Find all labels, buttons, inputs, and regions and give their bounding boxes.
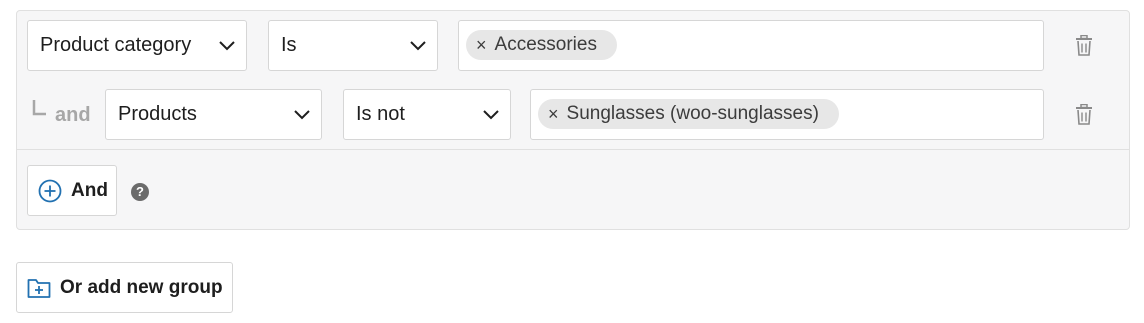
remove-token-icon[interactable]: × xyxy=(548,104,559,125)
chevron-down-icon xyxy=(483,109,499,119)
chevron-down-icon xyxy=(410,40,426,50)
field-select-label: Products xyxy=(118,103,197,125)
operator-select-row-2[interactable]: Is not xyxy=(343,89,511,140)
operator-select-row-1[interactable]: Is xyxy=(268,20,438,71)
chevron-down-icon xyxy=(294,109,310,119)
question-circle-icon[interactable]: ? xyxy=(131,183,149,201)
value-token: × Sunglasses (woo-sunglasses) xyxy=(538,99,839,129)
connector-corner-icon xyxy=(32,100,46,116)
and-connector-label: and xyxy=(55,104,91,126)
field-select-label: Product category xyxy=(40,34,192,56)
plus-circle-icon xyxy=(38,179,62,202)
field-select-row-2[interactable]: Products xyxy=(105,89,322,140)
add-or-group-label: Or add new group xyxy=(60,276,223,298)
trash-icon[interactable] xyxy=(1075,35,1093,56)
and-connector: and xyxy=(32,98,91,127)
trash-icon[interactable] xyxy=(1075,104,1093,125)
folder-plus-icon xyxy=(27,278,51,298)
value-token: × Accessories xyxy=(466,30,617,60)
remove-token-icon[interactable]: × xyxy=(476,35,487,56)
value-token-label: Accessories xyxy=(494,34,597,55)
value-token-field-row-1[interactable]: × Accessories xyxy=(458,20,1044,71)
group-divider xyxy=(17,149,1129,150)
chevron-down-icon xyxy=(219,40,235,50)
value-token-field-row-2[interactable]: × Sunglasses (woo-sunglasses) xyxy=(530,89,1044,140)
add-and-condition-label: And xyxy=(71,179,108,201)
operator-select-label: Is xyxy=(281,34,297,56)
operator-select-label: Is not xyxy=(356,103,405,125)
value-token-label: Sunglasses (woo-sunglasses) xyxy=(566,103,819,124)
add-or-group-button[interactable]: Or add new group xyxy=(16,262,233,313)
field-select-row-1[interactable]: Product category xyxy=(27,20,247,71)
add-and-condition-button[interactable]: And xyxy=(27,165,117,216)
